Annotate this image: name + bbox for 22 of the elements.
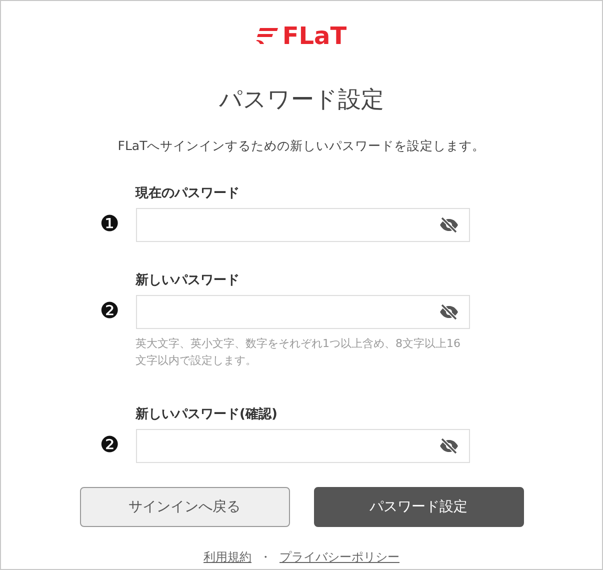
eye-off-icon[interactable] — [438, 304, 458, 320]
step-marker: ❷ — [98, 298, 120, 326]
description: FLaTへサインインするための新しいパスワードを設定します。 — [118, 137, 486, 155]
back-button[interactable]: サインインへ戻る — [80, 487, 290, 527]
password-field[interactable] — [136, 295, 470, 329]
eye-off-icon[interactable] — [438, 217, 458, 233]
logo: FLaT — [282, 23, 347, 49]
logo-stripes-icon — [256, 28, 278, 44]
eye-off-icon[interactable] — [438, 438, 458, 454]
footer-link[interactable]: プライバシーポリシー — [280, 549, 400, 566]
page-title: パスワード設定 — [219, 86, 384, 115]
separator: ・ — [260, 549, 272, 566]
submit-button[interactable]: パスワード設定 — [314, 487, 524, 527]
field-label: 新しいパスワード(確認) — [136, 406, 278, 424]
step-marker: ❷ — [98, 432, 120, 460]
password-field[interactable] — [136, 208, 470, 242]
footer-link[interactable]: 利用規約 — [204, 549, 252, 566]
field-hint: 英大文字、英小文字、数字をそれぞれ1つ以上含め、8文字以上16文字以内で設定します。 — [136, 336, 462, 369]
password-field[interactable] — [136, 429, 470, 463]
field-label: 現在のパスワード — [136, 185, 240, 203]
step-marker: ❶ — [98, 211, 120, 239]
field-label: 新しいパスワード — [136, 272, 240, 290]
